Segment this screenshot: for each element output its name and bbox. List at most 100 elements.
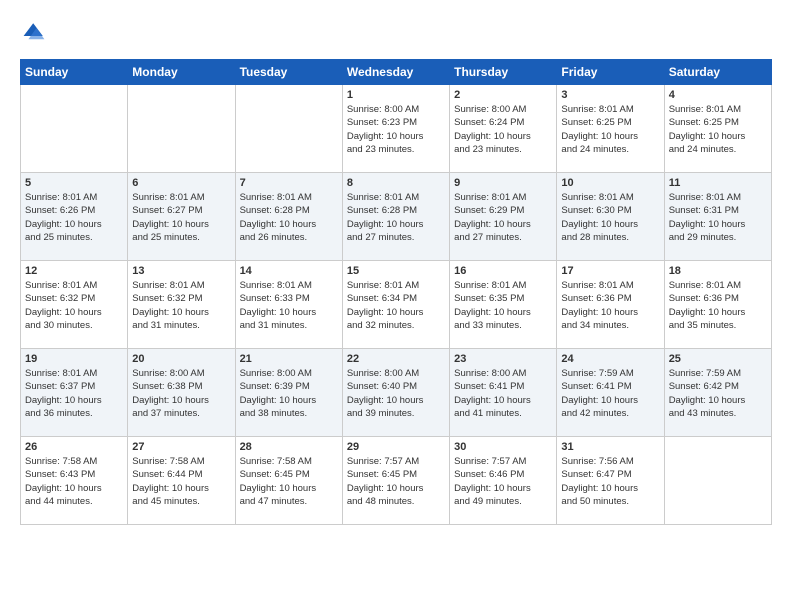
calendar-cell: 21Sunrise: 8:00 AM Sunset: 6:39 PM Dayli… (235, 349, 342, 437)
calendar-week-5: 26 Sunrise: 7:58 AM Sunset: 6:43 PM Dayli… (21, 437, 772, 525)
calendar-cell: 31 Sunrise: 7:56 AM Sunset: 6:47 PM Dayli… (557, 437, 664, 525)
day-number: 17 (561, 265, 659, 277)
day-info: Sunrise: 8:00 AM Sunset: 6:38 PM Dayligh… (132, 367, 230, 420)
calendar-cell: 7Sunrise: 8:01 AM Sunset: 6:28 PM Daylig… (235, 173, 342, 261)
day-number: 18 (669, 265, 767, 277)
calendar-cell: 28 Sunrise: 7:58 AM Sunset: 6:45 PM Dayli… (235, 437, 342, 525)
calendar-cell: 29 Sunrise: 7:57 AM Sunset: 6:45 PM Dayli… (342, 437, 449, 525)
day-number: 23 (454, 353, 552, 365)
day-info: Sunrise: 8:00 AM Sunset: 6:40 PM Dayligh… (347, 367, 445, 420)
weekday-header-saturday: Saturday (664, 60, 771, 85)
day-info: Sunrise: 7:56 AM Sunset: 6:47 PM Dayligh… (561, 455, 659, 508)
day-number: 11 (669, 177, 767, 189)
day-number: 2 (454, 89, 552, 101)
day-number: 29 (347, 441, 445, 453)
calendar-cell (128, 85, 235, 173)
calendar-cell: 1Sunrise: 8:00 AM Sunset: 6:23 PM Daylig… (342, 85, 449, 173)
day-info: Sunrise: 8:01 AM Sunset: 6:29 PM Dayligh… (454, 191, 552, 244)
calendar-cell: 16 Sunrise: 8:01 AM Sunset: 6:35 PM Dayli… (450, 261, 557, 349)
day-number: 12 (25, 265, 123, 277)
day-info: Sunrise: 8:01 AM Sunset: 6:36 PM Dayligh… (561, 279, 659, 332)
logo (20, 20, 46, 49)
day-number: 10 (561, 177, 659, 189)
day-info: Sunrise: 8:01 AM Sunset: 6:33 PM Dayligh… (240, 279, 338, 332)
day-info: Sunrise: 8:01 AM Sunset: 6:30 PM Dayligh… (561, 191, 659, 244)
day-info: Sunrise: 8:01 AM Sunset: 6:27 PM Dayligh… (132, 191, 230, 244)
logo-icon (22, 20, 46, 44)
calendar-week-2: 5 Sunrise: 8:01 AM Sunset: 6:26 PM Daylig… (21, 173, 772, 261)
calendar-cell: 26 Sunrise: 7:58 AM Sunset: 6:43 PM Dayli… (21, 437, 128, 525)
day-info: Sunrise: 8:01 AM Sunset: 6:34 PM Dayligh… (347, 279, 445, 332)
calendar-cell: 24 Sunrise: 7:59 AM Sunset: 6:41 PM Dayli… (557, 349, 664, 437)
day-info: Sunrise: 8:01 AM Sunset: 6:26 PM Dayligh… (25, 191, 123, 244)
calendar-cell: 30Sunrise: 7:57 AM Sunset: 6:46 PM Dayli… (450, 437, 557, 525)
day-number: 31 (561, 441, 659, 453)
weekday-header-wednesday: Wednesday (342, 60, 449, 85)
day-info: Sunrise: 8:01 AM Sunset: 6:25 PM Dayligh… (669, 103, 767, 156)
day-info: Sunrise: 8:00 AM Sunset: 6:23 PM Dayligh… (347, 103, 445, 156)
day-number: 9 (454, 177, 552, 189)
calendar-cell: 15 Sunrise: 8:01 AM Sunset: 6:34 PM Dayli… (342, 261, 449, 349)
calendar-week-1: 1Sunrise: 8:00 AM Sunset: 6:23 PM Daylig… (21, 85, 772, 173)
calendar-cell: 10 Sunrise: 8:01 AM Sunset: 6:30 PM Dayli… (557, 173, 664, 261)
day-number: 4 (669, 89, 767, 101)
weekday-header-thursday: Thursday (450, 60, 557, 85)
day-number: 24 (561, 353, 659, 365)
weekday-header-row: SundayMondayTuesdayWednesdayThursdayFrid… (21, 60, 772, 85)
calendar-cell: 5 Sunrise: 8:01 AM Sunset: 6:26 PM Daylig… (21, 173, 128, 261)
calendar-table: SundayMondayTuesdayWednesdayThursdayFrid… (20, 59, 772, 525)
calendar-cell: 11 Sunrise: 8:01 AM Sunset: 6:31 PM Dayli… (664, 173, 771, 261)
calendar-cell: 25 Sunrise: 7:59 AM Sunset: 6:42 PM Dayli… (664, 349, 771, 437)
day-info: Sunrise: 8:01 AM Sunset: 6:28 PM Dayligh… (347, 191, 445, 244)
calendar-cell: 3Sunrise: 8:01 AM Sunset: 6:25 PM Daylig… (557, 85, 664, 173)
calendar-cell: 23 Sunrise: 8:00 AM Sunset: 6:41 PM Dayli… (450, 349, 557, 437)
day-info: Sunrise: 8:00 AM Sunset: 6:24 PM Dayligh… (454, 103, 552, 156)
day-info: Sunrise: 8:01 AM Sunset: 6:28 PM Dayligh… (240, 191, 338, 244)
calendar-cell: 19Sunrise: 8:01 AM Sunset: 6:37 PM Dayli… (21, 349, 128, 437)
weekday-header-tuesday: Tuesday (235, 60, 342, 85)
day-number: 20 (132, 353, 230, 365)
calendar-cell: 22 Sunrise: 8:00 AM Sunset: 6:40 PM Dayli… (342, 349, 449, 437)
day-info: Sunrise: 7:58 AM Sunset: 6:43 PM Dayligh… (25, 455, 123, 508)
day-number: 13 (132, 265, 230, 277)
calendar-week-4: 19Sunrise: 8:01 AM Sunset: 6:37 PM Dayli… (21, 349, 772, 437)
day-number: 30 (454, 441, 552, 453)
day-number: 22 (347, 353, 445, 365)
day-number: 5 (25, 177, 123, 189)
day-number: 25 (669, 353, 767, 365)
day-number: 28 (240, 441, 338, 453)
day-number: 6 (132, 177, 230, 189)
calendar-cell: 6 Sunrise: 8:01 AM Sunset: 6:27 PM Daylig… (128, 173, 235, 261)
day-info: Sunrise: 8:01 AM Sunset: 6:32 PM Dayligh… (25, 279, 123, 332)
calendar-cell: 4 Sunrise: 8:01 AM Sunset: 6:25 PM Daylig… (664, 85, 771, 173)
calendar-cell: 8Sunrise: 8:01 AM Sunset: 6:28 PM Daylig… (342, 173, 449, 261)
day-info: Sunrise: 7:58 AM Sunset: 6:45 PM Dayligh… (240, 455, 338, 508)
page-header (20, 20, 772, 49)
calendar-cell (21, 85, 128, 173)
day-number: 14 (240, 265, 338, 277)
day-info: Sunrise: 7:59 AM Sunset: 6:41 PM Dayligh… (561, 367, 659, 420)
calendar-week-3: 12 Sunrise: 8:01 AM Sunset: 6:32 PM Dayli… (21, 261, 772, 349)
day-info: Sunrise: 8:01 AM Sunset: 6:36 PM Dayligh… (669, 279, 767, 332)
calendar-cell (664, 437, 771, 525)
day-info: Sunrise: 8:01 AM Sunset: 6:35 PM Dayligh… (454, 279, 552, 332)
day-info: Sunrise: 8:00 AM Sunset: 6:41 PM Dayligh… (454, 367, 552, 420)
day-info: Sunrise: 8:01 AM Sunset: 6:31 PM Dayligh… (669, 191, 767, 244)
day-number: 16 (454, 265, 552, 277)
day-number: 15 (347, 265, 445, 277)
weekday-header-sunday: Sunday (21, 60, 128, 85)
day-info: Sunrise: 8:01 AM Sunset: 6:32 PM Dayligh… (132, 279, 230, 332)
day-number: 19 (25, 353, 123, 365)
day-info: Sunrise: 7:57 AM Sunset: 6:45 PM Dayligh… (347, 455, 445, 508)
weekday-header-monday: Monday (128, 60, 235, 85)
calendar-cell: 9 Sunrise: 8:01 AM Sunset: 6:29 PM Daylig… (450, 173, 557, 261)
calendar-cell (235, 85, 342, 173)
day-number: 26 (25, 441, 123, 453)
calendar-cell: 12 Sunrise: 8:01 AM Sunset: 6:32 PM Dayli… (21, 261, 128, 349)
day-number: 21 (240, 353, 338, 365)
calendar-cell: 14 Sunrise: 8:01 AM Sunset: 6:33 PM Dayli… (235, 261, 342, 349)
weekday-header-friday: Friday (557, 60, 664, 85)
day-info: Sunrise: 7:59 AM Sunset: 6:42 PM Dayligh… (669, 367, 767, 420)
day-info: Sunrise: 7:58 AM Sunset: 6:44 PM Dayligh… (132, 455, 230, 508)
calendar-cell: 13 Sunrise: 8:01 AM Sunset: 6:32 PM Dayli… (128, 261, 235, 349)
